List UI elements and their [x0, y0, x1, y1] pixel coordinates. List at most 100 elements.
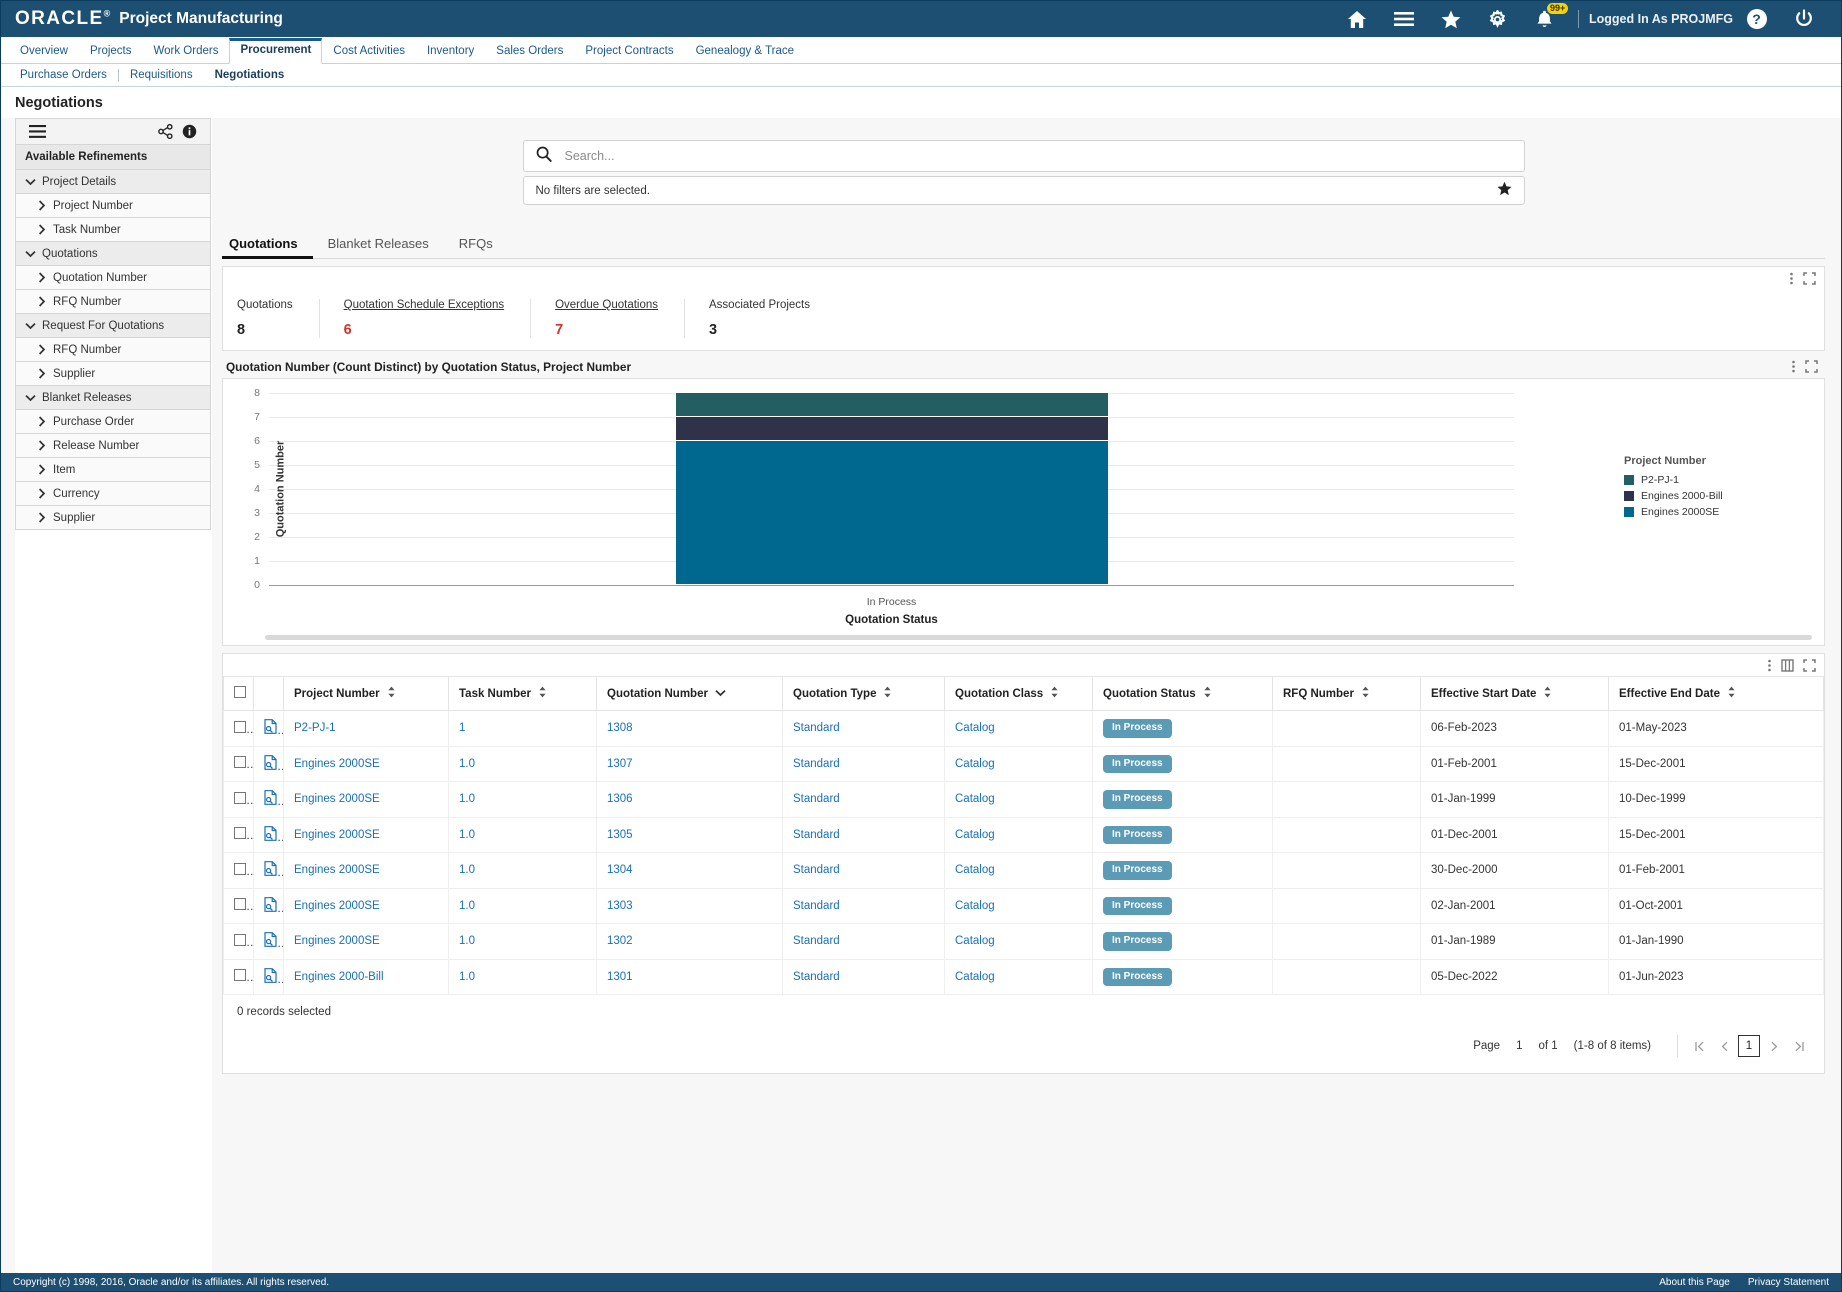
sidebar-item-quotations-rfq-number[interactable]: RFQ Number: [15, 290, 211, 314]
search-input[interactable]: Search...: [522, 140, 1525, 172]
cell-project-number[interactable]: Engines 2000SE: [283, 816, 449, 853]
row-select-cell[interactable]: [223, 816, 254, 853]
cell-task-number[interactable]: 1.0: [448, 781, 597, 818]
cell-quotation-class[interactable]: Catalog: [944, 958, 1093, 995]
table-row[interactable]: Engines 2000SE 1.0 1307 Standard Catalog In P…: [223, 745, 1824, 782]
quotation-number-link[interactable]: 1306: [607, 793, 633, 805]
cell-task-number[interactable]: 1: [448, 710, 597, 747]
cell-quotation-number[interactable]: 1303: [596, 887, 783, 924]
cell-quotation-class[interactable]: Catalog: [944, 923, 1093, 960]
kpi-quotation-schedule-exceptions[interactable]: Quotation Schedule Exceptions 6: [318, 299, 530, 338]
row-detail-cell[interactable]: [253, 958, 284, 995]
favorites-star-icon[interactable]: [1427, 1, 1474, 37]
cell-quotation-class[interactable]: Catalog: [944, 710, 1093, 747]
quotation-type-link[interactable]: Standard: [793, 793, 840, 805]
cell-project-number[interactable]: Engines 2000SE: [283, 745, 449, 782]
quotation-class-link[interactable]: Catalog: [955, 935, 995, 947]
previous-page-button[interactable]: [1713, 1035, 1735, 1057]
share-icon[interactable]: [153, 120, 177, 144]
quotation-type-link[interactable]: Standard: [793, 864, 840, 876]
sidebar-group-quotations[interactable]: Quotations: [15, 242, 211, 266]
sort-icon[interactable]: [387, 686, 396, 701]
chart-expand-icon[interactable]: [1805, 359, 1818, 373]
quotation-class-link[interactable]: Catalog: [955, 758, 995, 770]
sidebar-group-blanket-releases[interactable]: Blanket Releases: [15, 386, 211, 410]
cell-quotation-class[interactable]: Catalog: [944, 781, 1093, 818]
quotation-type-link[interactable]: Standard: [793, 971, 840, 983]
row-select-cell[interactable]: [223, 710, 254, 747]
cell-quotation-number[interactable]: 1308: [596, 710, 783, 747]
quotation-class-link[interactable]: Catalog: [955, 971, 995, 983]
sort-icon[interactable]: [883, 686, 892, 701]
cell-project-number[interactable]: P2-PJ-1: [283, 710, 449, 747]
legend-item[interactable]: P2-PJ-1: [1624, 474, 1723, 486]
cell-quotation-type[interactable]: Standard: [782, 923, 945, 960]
kpi-overdue-quotations[interactable]: Overdue Quotations 7: [530, 299, 684, 338]
col-task-number[interactable]: Task Number: [448, 676, 597, 711]
current-page-button[interactable]: 1: [1738, 1035, 1760, 1057]
sidebar-item-currency[interactable]: Currency: [15, 482, 211, 506]
document-preview-icon[interactable]: [264, 754, 277, 773]
cell-task-number[interactable]: 1.0: [448, 887, 597, 924]
nav-tab-sales-orders[interactable]: Sales Orders: [485, 39, 574, 64]
col-quotation-class[interactable]: Quotation Class: [944, 676, 1093, 711]
chart-horizontal-scrollbar[interactable]: [265, 635, 1812, 640]
quotation-number-link[interactable]: 1301: [607, 971, 633, 983]
task-number-link[interactable]: 1.0: [459, 900, 475, 912]
sidebar-item-rfq-supplier[interactable]: Supplier: [15, 362, 211, 386]
home-icon[interactable]: [1333, 1, 1380, 37]
cell-quotation-type[interactable]: Standard: [782, 852, 945, 889]
document-preview-icon[interactable]: [264, 932, 277, 950]
sidebar-item-quotation-number[interactable]: Quotation Number: [15, 266, 211, 290]
row-checkbox[interactable]: [234, 862, 246, 875]
quotation-number-link[interactable]: 1302: [607, 935, 633, 947]
cell-quotation-type[interactable]: Standard: [782, 710, 945, 747]
cell-quotation-class[interactable]: Catalog: [944, 816, 1093, 853]
sidebar-item-item[interactable]: Item: [15, 458, 211, 482]
sidebar-item-task-number[interactable]: Task Number: [15, 218, 211, 242]
nav-tab-genealogy-trace[interactable]: Genealogy & Trace: [685, 39, 805, 64]
project-number-link[interactable]: Engines 2000SE: [294, 864, 380, 876]
quotation-number-link[interactable]: 1304: [607, 864, 633, 876]
row-checkbox[interactable]: [234, 898, 246, 911]
sort-desc-icon[interactable]: [715, 688, 726, 700]
sort-icon[interactable]: [1361, 686, 1370, 701]
privacy-statement-link[interactable]: Privacy Statement: [1748, 1277, 1829, 1288]
kpi-options-icon[interactable]: [1789, 272, 1794, 285]
task-number-link[interactable]: 1: [459, 722, 465, 734]
help-icon[interactable]: ?: [1733, 1, 1780, 37]
legend-item[interactable]: Engines 2000SE: [1624, 506, 1723, 518]
sort-icon[interactable]: [1203, 686, 1212, 701]
nav-tab-projects[interactable]: Projects: [79, 39, 143, 64]
row-detail-cell[interactable]: [253, 923, 284, 960]
info-icon[interactable]: [177, 120, 201, 144]
bar-segment[interactable]: [675, 417, 1108, 440]
row-select-cell[interactable]: [223, 958, 254, 995]
sidebar-item-release-number[interactable]: Release Number: [15, 434, 211, 458]
quotation-number-link[interactable]: 1303: [607, 900, 633, 912]
col-rfq-number[interactable]: RFQ Number: [1272, 676, 1421, 711]
bar-segment[interactable]: [675, 393, 1108, 416]
kpi-label[interactable]: Quotation Schedule Exceptions: [344, 299, 504, 311]
nav-tab-procurement[interactable]: Procurement: [229, 38, 323, 64]
sidebar-item-blanket-supplier[interactable]: Supplier: [15, 506, 211, 530]
nav-tab-work-orders[interactable]: Work Orders: [142, 39, 229, 64]
project-number-link[interactable]: Engines 2000SE: [294, 793, 380, 805]
table-row[interactable]: Engines 2000SE 1.0 1304 Standard Catalog In P…: [223, 852, 1824, 889]
col-effective-start-date[interactable]: Effective Start Date: [1420, 676, 1609, 711]
last-page-button[interactable]: [1788, 1035, 1810, 1057]
cell-quotation-number[interactable]: 1305: [596, 816, 783, 853]
row-checkbox[interactable]: [234, 827, 246, 840]
row-detail-cell[interactable]: [253, 852, 284, 889]
nav-tab-inventory[interactable]: Inventory: [416, 39, 485, 64]
col-quotation-type[interactable]: Quotation Type: [782, 676, 945, 711]
next-page-button[interactable]: [1763, 1035, 1785, 1057]
document-preview-icon[interactable]: [264, 790, 277, 808]
chart-options-icon[interactable]: [1791, 360, 1796, 373]
nav-tab-project-contracts[interactable]: Project Contracts: [574, 39, 684, 64]
sidebar-group-request-for-quotations[interactable]: Request For Quotations: [15, 314, 211, 338]
subtab-requisitions[interactable]: Requisitions: [119, 67, 204, 83]
kpi-expand-icon[interactable]: [1803, 271, 1816, 285]
cell-quotation-class[interactable]: Catalog: [944, 887, 1093, 924]
project-number-link[interactable]: Engines 2000SE: [294, 829, 380, 841]
